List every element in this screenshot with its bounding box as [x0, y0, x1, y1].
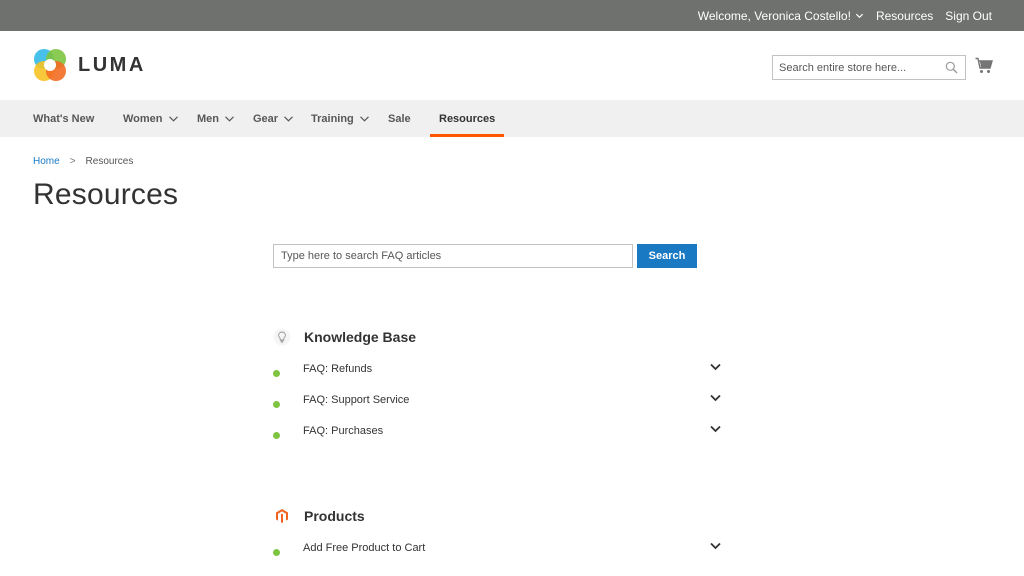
customer-menu-toggle[interactable]: Welcome, Veronica Costello!	[698, 9, 864, 23]
breadcrumb-separator: >	[69, 156, 76, 167]
chevron-down-icon[interactable]	[710, 425, 721, 433]
nav-item-men[interactable]: Men	[197, 100, 234, 137]
chevron-down-icon[interactable]	[710, 363, 721, 371]
faq-search-button[interactable]: Search	[637, 244, 697, 268]
faq-item-support-service[interactable]: FAQ: Support Service	[273, 392, 723, 410]
faq-question: FAQ: Purchases	[303, 425, 384, 437]
nav-item-gear[interactable]: Gear	[253, 100, 294, 137]
top-links: Welcome, Veronica Costello! Resources Si…	[698, 0, 992, 31]
chevron-down-icon[interactable]	[710, 542, 721, 550]
nav-item-label: Men	[197, 112, 219, 125]
section-products: Products	[273, 507, 365, 525]
section-title: Knowledge Base	[304, 329, 417, 345]
faq-question: Add Free Product to Cart	[303, 542, 426, 554]
faq-question: FAQ: Refunds	[303, 363, 373, 375]
nav-item-training[interactable]: Training	[311, 100, 369, 137]
lightbulb-icon	[273, 328, 291, 346]
top-bar: Welcome, Veronica Costello! Resources Si…	[0, 0, 1024, 31]
main-navigation: What's New Women Men Gear Training Sale …	[0, 100, 1024, 137]
faq-search-box	[273, 244, 633, 268]
nav-item-sale[interactable]: Sale	[388, 100, 411, 137]
nav-item-label: Training	[311, 112, 354, 125]
bullet-dot	[273, 400, 280, 408]
bullet-dot	[273, 431, 280, 439]
bullet-dot	[273, 369, 280, 377]
nav-item-label: Resources	[439, 112, 496, 125]
chevron-down-icon	[855, 13, 864, 19]
nav-item-women[interactable]: Women	[123, 100, 178, 137]
chevron-down-icon	[225, 115, 234, 122]
nav-item-resources[interactable]: Resources	[429, 100, 505, 137]
faq-item-purchases[interactable]: FAQ: Purchases	[273, 423, 723, 441]
chevron-down-icon	[168, 115, 178, 122]
breadcrumb-current: Resources	[85, 156, 134, 167]
search-icon[interactable]	[945, 61, 958, 74]
nav-item-label: Women	[123, 112, 163, 125]
nav-item-whats-new[interactable]: What's New	[33, 100, 94, 137]
top-link-resources[interactable]: Resources	[876, 9, 933, 23]
sign-out-link[interactable]: Sign Out	[945, 9, 992, 23]
store-search-input[interactable]	[773, 56, 933, 79]
nav-item-label: Sale	[388, 112, 411, 125]
faq-item-refunds[interactable]: FAQ: Refunds	[273, 361, 723, 379]
nav-item-label: Gear	[253, 112, 279, 125]
faq-search-input[interactable]	[274, 245, 632, 267]
magento-logo-icon	[276, 509, 288, 523]
nav-item-label: What's New	[33, 112, 95, 125]
luma-logo-icon	[34, 49, 66, 81]
header: LUMA	[0, 31, 1024, 100]
page-title: Resources	[33, 178, 179, 211]
section-knowledge-base: Knowledge Base	[273, 328, 416, 346]
faq-question: FAQ: Support Service	[303, 394, 410, 406]
section-title: Products	[304, 508, 365, 524]
welcome-text: Welcome, Veronica Costello!	[697, 8, 851, 23]
chevron-down-icon[interactable]	[710, 394, 721, 402]
chevron-down-icon	[284, 115, 294, 122]
store-search	[772, 55, 966, 80]
bullet-dot	[273, 548, 280, 556]
cart-icon[interactable]	[975, 57, 993, 74]
store-logo[interactable]: LUMA	[33, 48, 146, 82]
chevron-down-icon	[359, 115, 369, 122]
faq-item-add-free-product[interactable]: Add Free Product to Cart	[273, 540, 723, 558]
logo-text: LUMA	[78, 53, 146, 76]
breadcrumb: Home > Resources	[33, 156, 133, 167]
breadcrumb-home-link[interactable]: Home	[33, 156, 60, 167]
